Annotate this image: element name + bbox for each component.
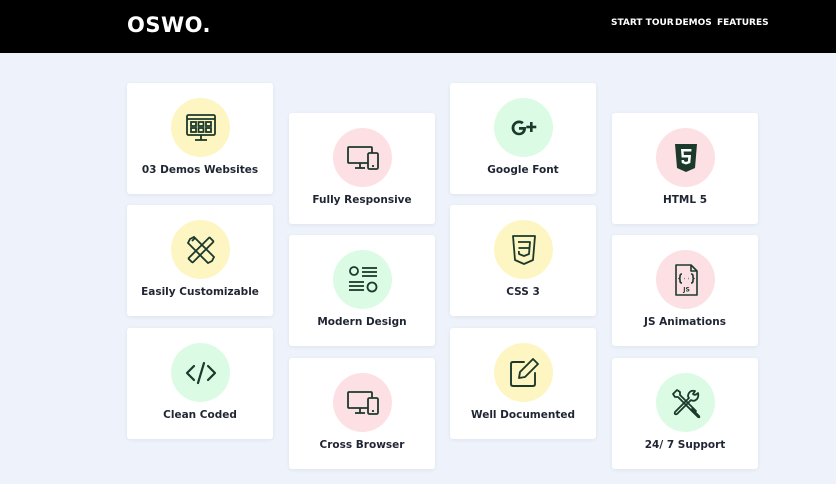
css3-icon bbox=[511, 234, 536, 265]
google-plus-icon bbox=[511, 120, 536, 135]
icon-circle bbox=[333, 373, 392, 432]
feature-label: CSS 3 bbox=[506, 286, 540, 298]
icon-circle bbox=[171, 343, 230, 402]
layout-icon bbox=[348, 265, 377, 292]
js-file-icon: JS bbox=[674, 263, 698, 296]
code-icon bbox=[185, 361, 216, 384]
feature-label: Google Font bbox=[487, 164, 559, 176]
feature-card-customizable[interactable]: Easily Customizable bbox=[127, 205, 273, 316]
pencil-ruler-icon bbox=[186, 235, 215, 264]
feature-card-responsive[interactable]: Fully Responsive bbox=[289, 113, 435, 224]
header-bar: OSWO. START TOUR DEMOS FEATURES bbox=[0, 0, 836, 53]
feature-card-support[interactable]: 24/ 7 Support bbox=[612, 358, 758, 469]
feature-label: Cross Browser bbox=[319, 439, 405, 451]
feature-card-css3[interactable]: CSS 3 bbox=[450, 205, 596, 316]
icon-circle bbox=[171, 98, 230, 157]
feature-card-modern-design[interactable]: Modern Design bbox=[289, 235, 435, 346]
feature-label: Modern Design bbox=[317, 316, 407, 328]
feature-label: JS Animations bbox=[644, 316, 726, 328]
feature-card-html5[interactable]: HTML 5 bbox=[612, 113, 758, 224]
tools-icon bbox=[671, 388, 700, 418]
nav-start-tour[interactable]: START TOUR bbox=[611, 18, 674, 28]
feature-card-clean-coded[interactable]: Clean Coded bbox=[127, 328, 273, 439]
feature-label: 03 Demos Websites bbox=[141, 164, 259, 176]
svg-text:JS: JS bbox=[682, 286, 690, 293]
feature-label: Easily Customizable bbox=[141, 286, 259, 298]
feature-label: Fully Responsive bbox=[312, 194, 412, 206]
nav-features[interactable]: FEATURES bbox=[717, 18, 769, 28]
feature-label: Clean Coded bbox=[163, 409, 237, 421]
nav-demos[interactable]: DEMOS bbox=[675, 18, 712, 28]
devices-icon bbox=[346, 145, 379, 170]
feature-card-cross-browser[interactable]: Cross Browser bbox=[289, 358, 435, 469]
devices-icon bbox=[346, 390, 379, 415]
icon-circle bbox=[171, 220, 230, 279]
monitor-grid-icon bbox=[185, 113, 216, 141]
logo[interactable]: OSWO. bbox=[127, 13, 211, 37]
icon-circle bbox=[333, 128, 392, 187]
icon-circle bbox=[656, 128, 715, 187]
html5-icon bbox=[674, 143, 697, 172]
feature-card-demos[interactable]: 03 Demos Websites bbox=[127, 83, 273, 194]
feature-card-js-animations[interactable]: JS JS Animations bbox=[612, 235, 758, 346]
icon-circle bbox=[494, 343, 553, 402]
icon-circle bbox=[494, 220, 553, 279]
icon-circle: JS bbox=[656, 250, 715, 309]
feature-card-documented[interactable]: Well Documented bbox=[450, 328, 596, 439]
feature-label: Well Documented bbox=[470, 409, 575, 421]
icon-circle bbox=[494, 98, 553, 157]
edit-icon bbox=[509, 357, 539, 387]
feature-label: HTML 5 bbox=[662, 194, 708, 206]
icon-circle bbox=[333, 250, 392, 309]
icon-circle bbox=[656, 373, 715, 432]
feature-card-google-font[interactable]: Google Font bbox=[450, 83, 596, 194]
feature-label: 24/ 7 Support bbox=[644, 439, 726, 451]
